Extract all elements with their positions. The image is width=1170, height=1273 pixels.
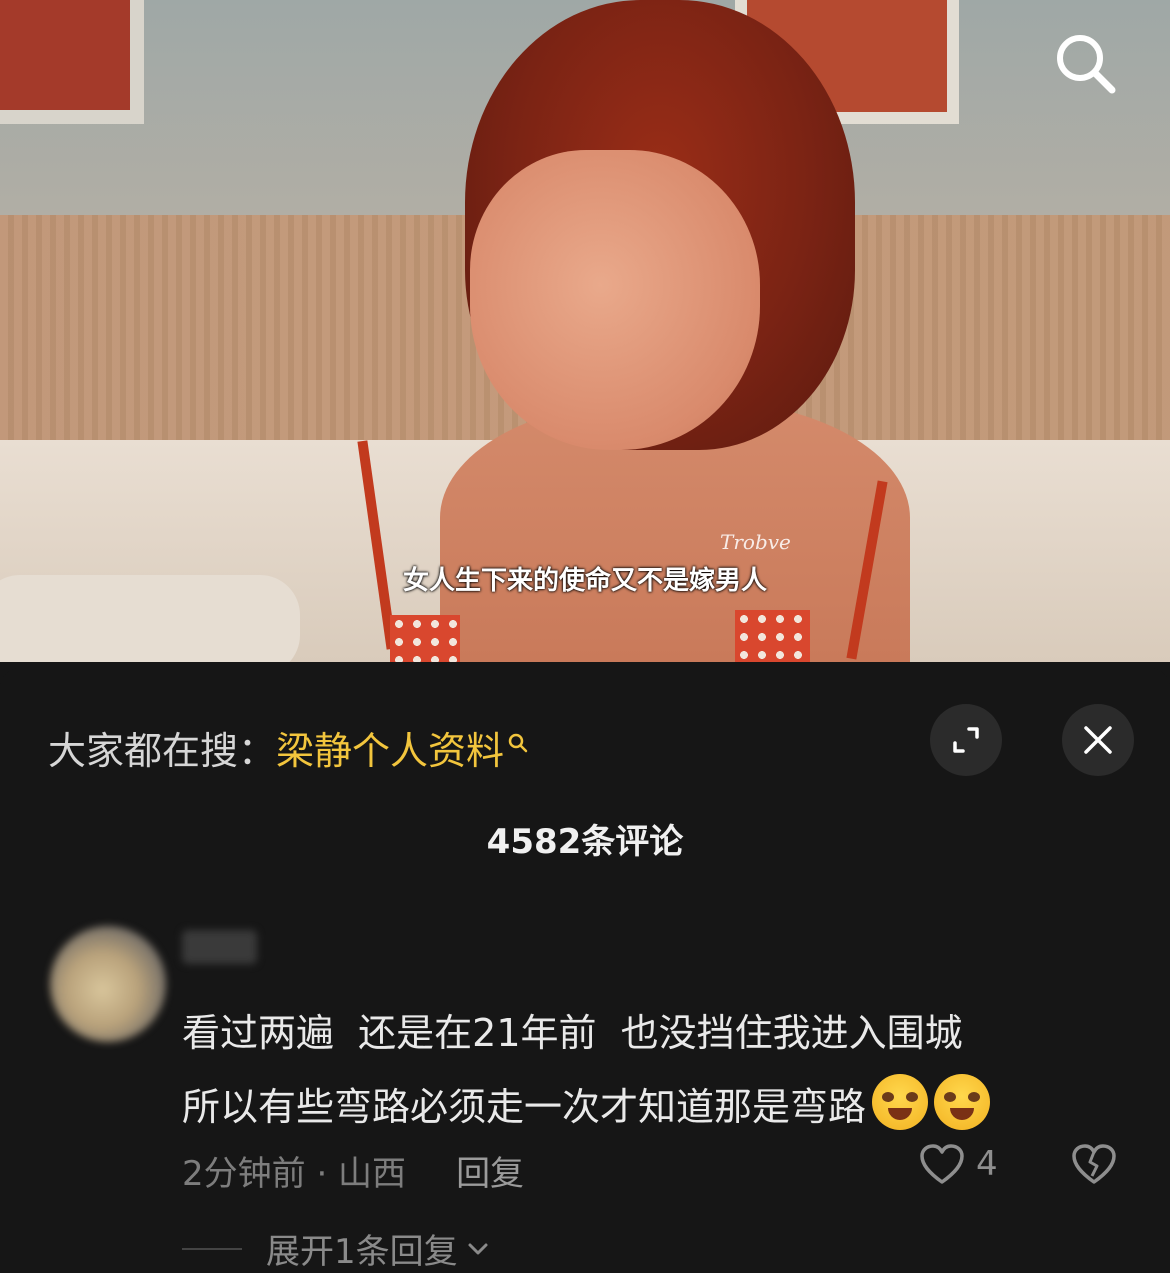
video-dress-pattern-right bbox=[735, 610, 810, 662]
avatar[interactable] bbox=[50, 926, 166, 1042]
comment-line-2-text: 所以有些弯路必须走一次才知道那是弯路 bbox=[182, 1085, 867, 1129]
video-person-face bbox=[470, 150, 760, 450]
dislike-button[interactable] bbox=[1070, 1142, 1118, 1190]
hot-search-bar[interactable]: 大家都在搜：梁静个人资料 bbox=[48, 720, 530, 775]
search-icon bbox=[1057, 35, 1116, 94]
like-count: 4 bbox=[976, 1144, 998, 1184]
username-blurred[interactable] bbox=[182, 930, 257, 964]
comments-count-title: 4582条评论 bbox=[486, 822, 684, 862]
expand-button[interactable] bbox=[930, 704, 1002, 776]
comment-meta: 2分钟前 · 山西 回复 bbox=[182, 1146, 524, 1195]
hot-search-prefix: 大家都在搜： bbox=[48, 729, 277, 773]
heart-icon bbox=[920, 1144, 964, 1184]
comment-sheet: 大家都在搜：梁静个人资料 4582条评论 看过两遍 还是在21年前 也没挡住我进… bbox=[0, 668, 1170, 1273]
video-subtitle: 女人生下来的使命又不是嫁男人 bbox=[402, 566, 767, 596]
reply-button[interactable]: 回复 bbox=[456, 1154, 524, 1194]
video-player[interactable]: Trobve 女人生下来的使命又不是嫁男人 bbox=[0, 0, 1170, 662]
hot-search-keyword[interactable]: 梁静个人资料 bbox=[276, 729, 504, 773]
video-dress-pattern-left bbox=[390, 615, 460, 662]
divider bbox=[182, 1247, 242, 1250]
like-button[interactable]: 4 bbox=[918, 1142, 998, 1186]
comment-body: 看过两遍 还是在21年前 也没挡住我进入围城 所以有些弯路必须走一次才知道那是弯… bbox=[182, 996, 1142, 1144]
chevron-down-icon bbox=[468, 1243, 488, 1254]
crying-face-emoji bbox=[872, 1074, 929, 1130]
video-watermark: Trobve bbox=[720, 530, 791, 554]
expand-replies-label: 展开1条回复 bbox=[266, 1232, 458, 1272]
comment-time-location: 2分钟前 · 山西 bbox=[182, 1154, 407, 1194]
close-icon bbox=[1084, 726, 1112, 754]
comment-line-1: 看过两遍 还是在21年前 也没挡住我进入围城 bbox=[182, 1011, 963, 1055]
close-button[interactable] bbox=[1062, 704, 1134, 776]
video-picture-frame-left bbox=[0, 0, 144, 124]
expand-icon bbox=[953, 727, 979, 753]
comment-line-2: 所以有些弯路必须走一次才知道那是弯路 bbox=[182, 1070, 1142, 1144]
crying-face-emoji bbox=[934, 1074, 991, 1130]
keyword-search-icon bbox=[506, 720, 530, 764]
search-button[interactable] bbox=[1050, 28, 1120, 98]
expand-replies-button[interactable]: 展开1条回复 bbox=[182, 1224, 492, 1273]
broken-heart-icon bbox=[1072, 1144, 1116, 1184]
